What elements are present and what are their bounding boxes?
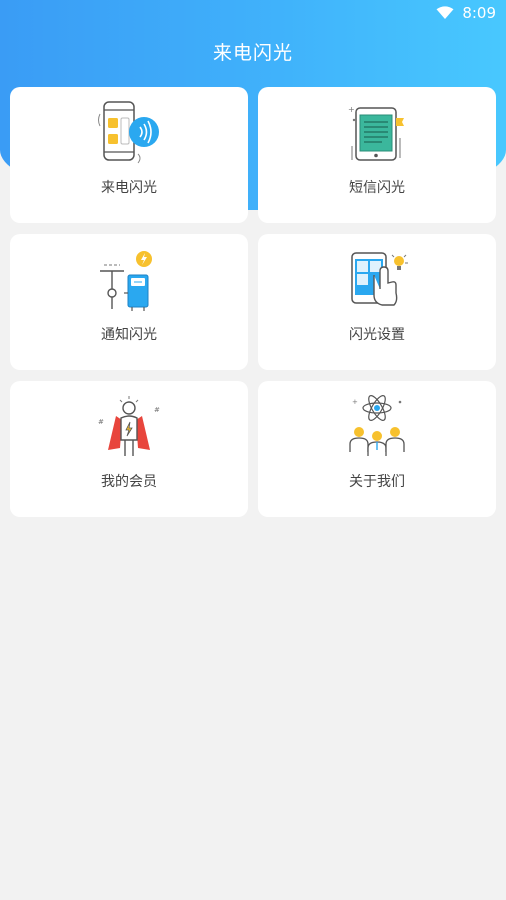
menu-item-label: 短信闪光 <box>349 180 405 196</box>
menu-item-notification-flash[interactable]: 通知闪光 <box>10 234 248 370</box>
svg-text:#: # <box>98 418 104 426</box>
menu-item-label: 来电闪光 <box>101 180 157 196</box>
status-time: 8:09 <box>462 4 496 22</box>
menu-item-label: 闪光设置 <box>349 327 405 343</box>
sms-tablet-icon: + <box>348 105 404 161</box>
notification-flash-icon <box>100 251 152 311</box>
svg-text:+: + <box>352 398 358 406</box>
flash-settings-icon <box>351 252 408 306</box>
wifi-icon <box>436 6 454 20</box>
about-team-icon: + <box>349 395 405 456</box>
menu-item-sms-flash[interactable]: + 短信闪光 <box>258 87 496 223</box>
status-bar: 8:09 <box>0 0 506 26</box>
superhero-member-icon: # # <box>98 396 160 456</box>
menu-item-my-membership[interactable]: # # 我的会员 <box>10 381 248 517</box>
svg-text:+: + <box>348 105 355 114</box>
page-title: 来电闪光 <box>212 42 293 64</box>
menu-item-flash-settings[interactable]: 闪光设置 <box>258 234 496 370</box>
menu-item-call-flash[interactable]: 来电闪光 <box>10 87 248 223</box>
phone-call-flash-icon <box>98 101 159 164</box>
menu-item-label: 通知闪光 <box>101 327 157 343</box>
menu-item-about-us[interactable]: + 关于我们 <box>258 381 496 517</box>
menu-item-label: 我的会员 <box>101 474 157 490</box>
menu-grid: 来电闪光 + 短信闪光 通知闪光 闪光设置 # # 我的会员 + 关于我们 <box>10 87 496 517</box>
svg-text:#: # <box>154 406 160 414</box>
menu-item-label: 关于我们 <box>349 474 405 490</box>
